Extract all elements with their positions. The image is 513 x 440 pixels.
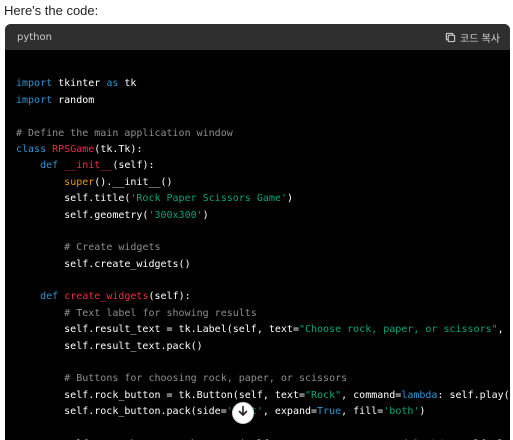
- code-token: , command=: [341, 389, 402, 401]
- code-token: (self):: [112, 160, 155, 172]
- code-block: python 코드 복사 import tkinter as tk import …: [5, 24, 510, 440]
- code-token: self.result_text.pack(): [16, 340, 203, 352]
- code-line: import random: [16, 93, 510, 109]
- code-token: self.title(: [16, 193, 131, 205]
- scroll-to-bottom-button[interactable]: [232, 402, 254, 424]
- copy-code-label: 코드 복사: [460, 33, 500, 45]
- code-token: ): [419, 406, 426, 418]
- code-token: ): [286, 193, 293, 205]
- code-line: self.result_text = tk.Label(self, text="…: [16, 322, 510, 338]
- code-line: import tkinter as tk: [16, 76, 510, 92]
- code-line: self.title('Rock Paper Scissors Game'): [16, 191, 510, 207]
- code-token: 'both': [383, 406, 420, 418]
- code-line: def __init__(self):: [16, 158, 510, 174]
- intro-text: Here's the code:: [4, 3, 99, 18]
- code-token: as: [106, 78, 119, 90]
- code-token: (tk.Tk):: [94, 143, 143, 155]
- code-line: self.rock_button = tk.Button(self, text=…: [16, 388, 510, 404]
- code-body: import tkinter as tk import random # Defi…: [5, 50, 510, 440]
- code-token: self.geometry(: [16, 209, 149, 221]
- code-header: python 코드 복사: [5, 24, 510, 50]
- code-token: '300x300': [148, 209, 203, 221]
- copy-icon: [445, 32, 456, 43]
- code-token: "Rock": [304, 389, 342, 401]
- code-token: super: [64, 176, 95, 188]
- code-line: self.result_text.pack(): [16, 339, 510, 355]
- code-line: # Text label for showing results: [16, 306, 510, 322]
- code-token: __init__: [64, 160, 113, 172]
- code-token: RPSGame: [52, 143, 95, 155]
- code-token: 'Rock Paper Scissors Game': [130, 193, 287, 205]
- code-line: # Define the main application window: [16, 126, 510, 142]
- code-token: import: [16, 94, 53, 106]
- code-token: , expand=: [262, 406, 318, 418]
- code-token: class: [16, 143, 47, 155]
- code-token: , height=: [497, 324, 510, 336]
- code-token: "Choose rock, paper, or scissors": [298, 324, 498, 336]
- code-token: ().__init__(): [94, 176, 173, 188]
- code-line: self.geometry('300x300'): [16, 208, 510, 224]
- code-token: self.create_widgets(): [16, 258, 191, 270]
- code-line: self.create_widgets(): [16, 257, 510, 273]
- copy-code-button[interactable]: 코드 복사: [445, 30, 500, 45]
- code-token: # Text label for showing results: [64, 307, 257, 319]
- code-token: self.result_text = tk.Label(self, text=: [16, 324, 299, 336]
- code-token: # Buttons for choosing rock, paper, or s…: [64, 373, 348, 385]
- code-token: True: [317, 406, 342, 418]
- code-token: # Define the main application window: [16, 127, 233, 139]
- code-token: # Create widgets: [64, 242, 161, 254]
- code-token: , fill=: [341, 406, 384, 418]
- code-token: def: [40, 291, 59, 303]
- code-token: self.rock_button.pack(side=: [16, 406, 227, 418]
- code-token: create_widgets: [64, 291, 149, 303]
- code-token: self.rock_button = tk.Button(self, text=: [16, 389, 305, 401]
- code-line: # Buttons for choosing rock, paper, or s…: [16, 371, 510, 387]
- code-token: : self.play(: [437, 389, 510, 401]
- code-token: tk: [118, 78, 137, 90]
- code-token: lambda: [401, 389, 438, 401]
- code-line: super().__init__(): [16, 175, 510, 191]
- code-line: self.rock_button.pack(side='left', expan…: [16, 404, 510, 420]
- code-token: ): [202, 209, 209, 221]
- code-token: tkinter: [52, 78, 107, 90]
- code-token: def: [40, 160, 59, 172]
- arrow-down-icon: [237, 404, 249, 422]
- code-line: class RPSGame(tk.Tk):: [16, 142, 510, 158]
- code-line: def create_widgets(self):: [16, 289, 510, 305]
- code-line: # Create widgets: [16, 240, 510, 256]
- code-token: random: [52, 94, 95, 106]
- code-language-label: python: [17, 31, 52, 43]
- code-token: (self):: [148, 291, 191, 303]
- code-token: import: [16, 78, 53, 90]
